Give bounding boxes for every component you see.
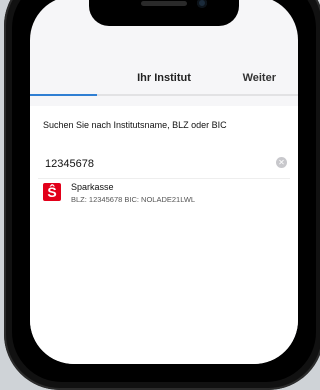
progress-fill [30, 94, 97, 96]
search-input[interactable] [43, 150, 267, 178]
content: Suchen Sie nach Institutsname, BLZ oder … [30, 106, 298, 364]
camera [197, 0, 207, 8]
sparkasse-logo-icon: Ŝ [43, 183, 61, 201]
bank-name: Sparkasse [71, 182, 114, 192]
search-field[interactable]: ✕ [38, 150, 290, 179]
nav-bar: Ihr Institut Weiter [30, 72, 298, 102]
progress-bar [30, 94, 298, 96]
next-button[interactable]: Weiter [243, 72, 276, 84]
phone-frame: Ihr Institut Weiter Suchen Sie nach Inst… [4, 0, 320, 390]
speaker [141, 1, 187, 6]
result-item[interactable]: Ŝ Sparkasse BLZ: 12345678 BIC: NOLADE21L… [38, 178, 290, 208]
bank-details: BLZ: 12345678 BIC: NOLADE21LWL [71, 195, 196, 204]
notch [89, 0, 239, 26]
search-hint: Suchen Sie nach Institutsname, BLZ oder … [43, 120, 227, 130]
clear-icon[interactable]: ✕ [276, 157, 287, 168]
phone-rim: Ihr Institut Weiter Suchen Sie nach Inst… [12, 0, 316, 382]
screen: Ihr Institut Weiter Suchen Sie nach Inst… [30, 0, 298, 364]
